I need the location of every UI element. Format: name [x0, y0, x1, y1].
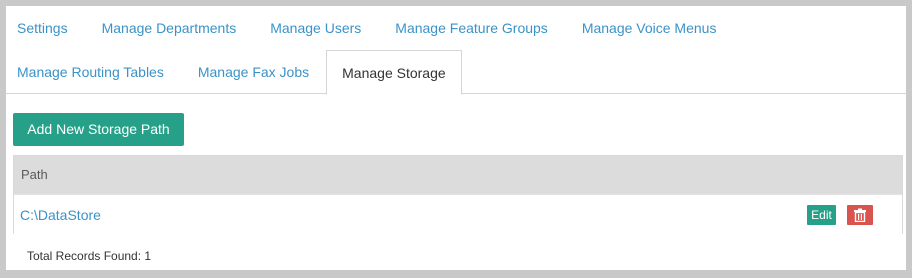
tab-manage-voice-menus[interactable]: Manage Voice Menus: [565, 6, 734, 50]
tab-manage-users[interactable]: Manage Users: [253, 6, 378, 50]
tab-row-1: Settings Manage Departments Manage Users…: [6, 6, 733, 50]
tab-manage-routing-tables[interactable]: Manage Routing Tables: [6, 50, 181, 94]
total-records-label: Total Records Found: 1: [27, 249, 152, 263]
tab-manage-departments[interactable]: Manage Departments: [85, 6, 254, 50]
tab-bar: Settings Manage Departments Manage Users…: [6, 6, 906, 95]
tab-manage-storage[interactable]: Manage Storage: [326, 49, 462, 95]
main-panel: Settings Manage Departments Manage Users…: [0, 0, 912, 278]
tab-settings[interactable]: Settings: [6, 6, 85, 50]
tab-row-2: Manage Routing Tables Manage Fax Jobs Ma…: [6, 49, 906, 95]
column-header-path: Path: [21, 167, 48, 182]
edit-button[interactable]: Edit: [807, 205, 836, 225]
path-link[interactable]: C:\DataStore: [20, 195, 101, 235]
add-storage-path-button[interactable]: Add New Storage Path: [13, 113, 184, 146]
table-header: Path: [14, 156, 902, 194]
storage-table: Path C:\DataStore Edit: [13, 155, 903, 234]
tab-manage-fax-jobs[interactable]: Manage Fax Jobs: [181, 50, 326, 94]
trash-icon: [854, 208, 866, 222]
delete-button[interactable]: [847, 205, 873, 225]
table-row: C:\DataStore Edit: [14, 194, 902, 234]
tab-manage-feature-groups[interactable]: Manage Feature Groups: [378, 6, 565, 50]
